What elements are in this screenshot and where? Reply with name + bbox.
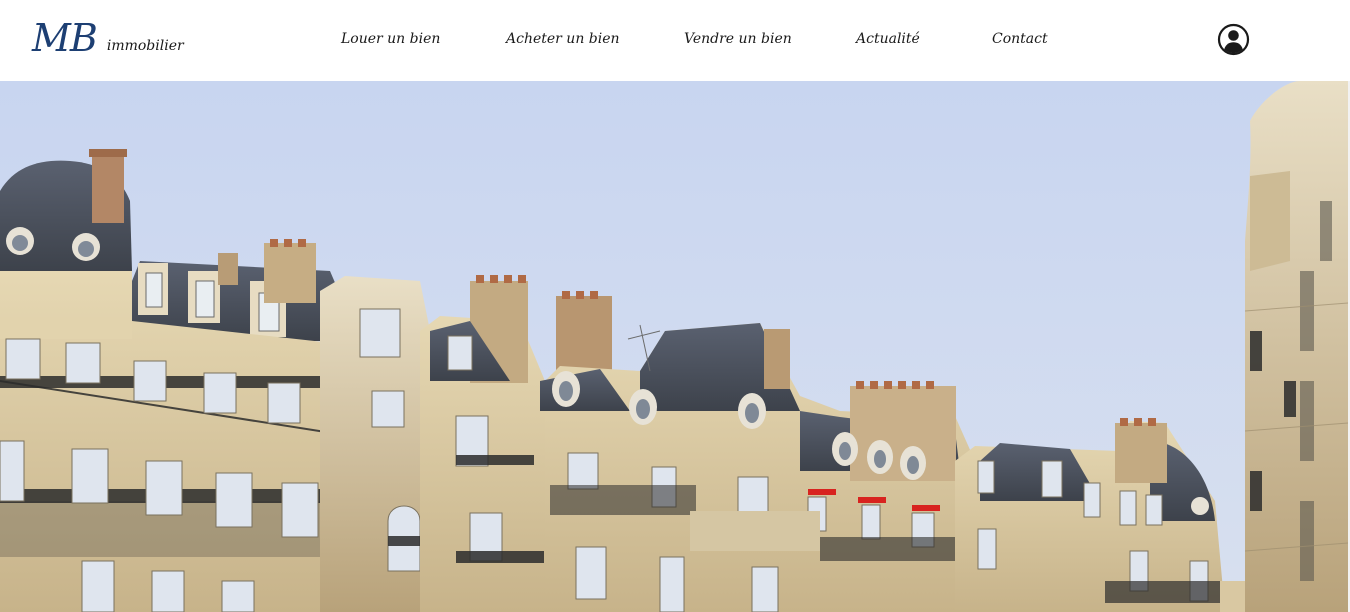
hero-photo-buildings (0, 81, 1348, 612)
nav-link-news[interactable]: Actualité (856, 31, 920, 47)
hero-image (0, 81, 1348, 612)
nav-link-buy[interactable]: Acheter un bien (506, 31, 620, 47)
account-button[interactable] (1217, 23, 1250, 56)
user-circle-icon (1217, 23, 1250, 56)
main-nav: Louer un bien Acheter un bien Vendre un … (0, 31, 1350, 51)
nav-link-contact[interactable]: Contact (992, 31, 1048, 47)
nav-link-sell[interactable]: Vendre un bien (684, 31, 792, 47)
site-header: MB immobilier Louer un bien Acheter un b… (0, 0, 1350, 81)
nav-link-rent[interactable]: Louer un bien (341, 31, 440, 47)
